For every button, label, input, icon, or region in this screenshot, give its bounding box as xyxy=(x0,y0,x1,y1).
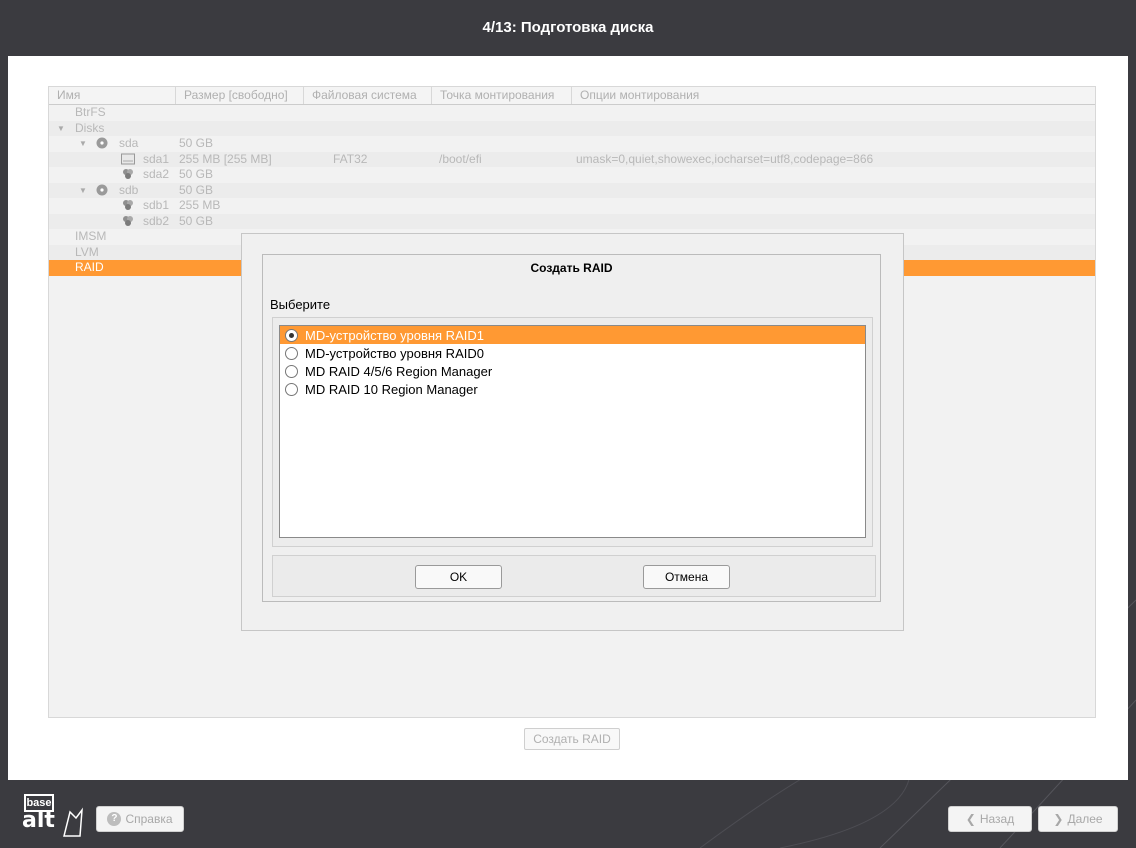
row-size: 50 GB xyxy=(179,213,214,228)
tree-row[interactable]: sdb1 255 MB xyxy=(49,198,1095,214)
row-name: IMSM xyxy=(75,229,107,243)
dialog-title: Создать RAID xyxy=(530,261,613,275)
raid-part-icon xyxy=(121,214,139,230)
ok-button[interactable]: OK xyxy=(415,565,502,589)
row-name: sdb2 xyxy=(143,213,170,228)
next-label: Далее xyxy=(1067,812,1103,826)
dialog-prompt: Выберите xyxy=(270,297,331,312)
disk-icon xyxy=(95,136,113,152)
row-mount-options: umask=0,quiet,showexec,iocharset=utf8,co… xyxy=(576,151,874,166)
column-header-size[interactable]: Размер [свободно] xyxy=(176,87,304,104)
help-button[interactable]: ? Справка xyxy=(96,806,184,832)
row-size: 50 GB xyxy=(179,182,214,197)
raid-option-raid1[interactable]: MD-устройство уровня RAID1 xyxy=(280,326,865,344)
create-raid-button[interactable]: Создать RAID xyxy=(524,728,620,750)
next-button[interactable]: ❯ Далее xyxy=(1038,806,1118,832)
tree-row[interactable]: ▼ sdb 50 GB xyxy=(49,182,1095,199)
row-mountpoint: /boot/efi xyxy=(439,151,482,166)
column-header-mountpoint[interactable]: Точка монтирования xyxy=(432,87,572,104)
row-name: sdb1 xyxy=(143,198,170,212)
expand-arrow-icon[interactable]: ▼ xyxy=(79,136,87,152)
row-name: sdb xyxy=(119,182,139,197)
row-size: 50 GB xyxy=(179,167,214,181)
tree-header: Имя Размер [свободно] Файловая система Т… xyxy=(49,87,1095,105)
row-name: BtrFS xyxy=(75,105,106,119)
column-header-mount-options[interactable]: Опции монтирования xyxy=(572,87,1095,104)
raid-option-raid456[interactable]: MD RAID 4/5/6 Region Manager xyxy=(280,362,865,380)
raid-option-raid0[interactable]: MD-устройство уровня RAID0 xyxy=(280,344,865,362)
partition-icon xyxy=(121,152,139,168)
column-header-filesystem[interactable]: Файловая система xyxy=(304,87,432,104)
row-size: 255 MB [255 MB] xyxy=(179,151,272,166)
radio-button[interactable] xyxy=(285,346,298,360)
column-header-name[interactable]: Имя xyxy=(49,87,176,104)
row-name: LVM xyxy=(75,244,99,259)
dialog-button-bar xyxy=(272,555,876,597)
option-label: MD-устройство уровня RAID0 xyxy=(305,345,484,361)
tree-row[interactable]: sda2 50 GB xyxy=(49,167,1095,183)
radio-button[interactable] xyxy=(285,364,298,378)
raid-option-raid10[interactable]: MD RAID 10 Region Manager xyxy=(280,380,865,398)
chevron-right-icon: ❯ xyxy=(1053,812,1064,826)
radio-button[interactable] xyxy=(285,382,298,396)
row-size: 50 GB xyxy=(179,136,214,150)
chevron-left-icon: ❮ xyxy=(965,812,976,826)
create-raid-dialog: Создать RAID Выберите MD-устройство уров… xyxy=(262,254,881,602)
raid-type-list[interactable]: MD-устройство уровня RAID1 MD-устройство… xyxy=(279,325,866,538)
cancel-button[interactable]: Отмена xyxy=(643,565,730,589)
option-label: MD RAID 10 Region Manager xyxy=(305,381,478,397)
back-label: Назад xyxy=(979,812,1015,826)
row-name: sda2 xyxy=(143,167,170,181)
logo-bottom-text: alt xyxy=(22,808,55,833)
tree-row[interactable]: BtrFS xyxy=(49,105,1095,121)
help-label: Справка xyxy=(125,812,173,826)
option-label: MD-устройство уровня RAID1 xyxy=(305,327,484,343)
back-button[interactable]: ❮ Назад xyxy=(948,806,1032,832)
tree-row[interactable]: ▼ Disks xyxy=(49,120,1095,137)
radio-button-checked[interactable] xyxy=(285,328,298,342)
window-title: 4/13: Подготовка диска xyxy=(482,19,654,36)
tree-row[interactable]: sdb2 50 GB xyxy=(49,213,1095,230)
row-name: Disks xyxy=(75,120,105,135)
option-label: MD RAID 4/5/6 Region Manager xyxy=(305,363,493,379)
help-icon: ? xyxy=(107,812,122,826)
tree-row[interactable]: sda1 255 MB [255 MB] FAT32 /boot/efi uma… xyxy=(49,151,1095,168)
raid-part-icon xyxy=(121,167,139,183)
basealt-logo: base alt xyxy=(20,792,90,842)
row-name: RAID xyxy=(75,260,104,274)
row-filesystem: FAT32 xyxy=(333,151,368,166)
tree-row[interactable]: ▼ sda 50 GB xyxy=(49,136,1095,152)
row-size: 255 MB xyxy=(179,198,221,212)
penguin-icon xyxy=(63,807,83,837)
expand-arrow-icon[interactable]: ▼ xyxy=(57,121,65,137)
expand-arrow-icon[interactable]: ▼ xyxy=(79,183,87,199)
disk-icon xyxy=(95,183,113,199)
row-name: sda xyxy=(119,136,139,150)
raid-part-icon xyxy=(121,198,139,214)
row-name: sda1 xyxy=(143,151,170,166)
